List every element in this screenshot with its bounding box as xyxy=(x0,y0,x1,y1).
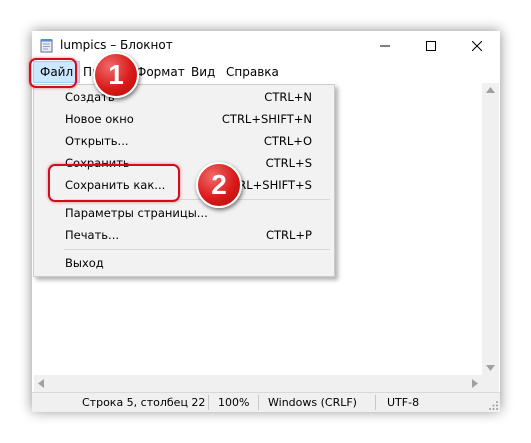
scroll-left-icon[interactable] xyxy=(38,379,44,388)
scroll-right-icon[interactable] xyxy=(472,379,478,388)
menu-item-label: Открыть... xyxy=(65,134,129,148)
menu-item-page-setup[interactable]: Параметры страницы... xyxy=(34,202,334,224)
menu-item-shortcut: CTRL+P xyxy=(265,228,312,242)
menu-item-shortcut: CTRL+O xyxy=(263,134,312,148)
vertical-scrollbar[interactable] xyxy=(482,83,499,375)
menu-item-label: Печать... xyxy=(65,228,120,242)
scroll-down-icon[interactable] xyxy=(486,365,495,371)
status-bar: Строка 5, столбец 22 100% Windows (CRLF)… xyxy=(32,392,500,412)
menu-item-label: Выход xyxy=(65,256,104,270)
close-button[interactable] xyxy=(454,31,500,61)
menu-item-print[interactable]: Печать... CTRL+P xyxy=(34,224,334,246)
step-badge-1: 1 xyxy=(93,52,139,98)
menu-separator xyxy=(64,249,330,250)
menu-item-label: Новое окно xyxy=(65,112,134,126)
minimize-button[interactable] xyxy=(362,31,408,61)
status-divider xyxy=(258,395,259,410)
menu-item-label: Параметры страницы... xyxy=(65,206,208,220)
horizontal-scrollbar[interactable] xyxy=(34,375,482,392)
notepad-icon xyxy=(40,39,53,53)
step-badge-2: 2 xyxy=(196,162,242,208)
menu-item-shortcut: CTRL+S xyxy=(265,156,312,170)
status-encoding: UTF-8 xyxy=(387,396,420,409)
menu-item-exit[interactable]: Выход xyxy=(34,252,334,274)
file-menu-highlight xyxy=(29,58,77,88)
menu-item-shortcut: CTRL+N xyxy=(264,90,312,104)
maximize-icon xyxy=(426,41,436,51)
resize-grip-icon[interactable] xyxy=(489,401,499,411)
status-zoom: 100% xyxy=(218,396,250,409)
save-as-highlight xyxy=(48,164,180,202)
menu-view[interactable]: Вид xyxy=(185,61,221,83)
menu-item-open[interactable]: Открыть... CTRL+O xyxy=(34,130,334,152)
menu-format[interactable]: Формат xyxy=(130,61,191,83)
status-divider xyxy=(375,395,376,410)
window-title: lumpics – Блокнот xyxy=(60,38,173,52)
minimize-icon xyxy=(380,45,390,47)
scrollbar-corner xyxy=(482,375,499,392)
status-position: Строка 5, столбец 22 xyxy=(82,396,206,409)
maximize-button[interactable] xyxy=(408,31,454,61)
status-line-endings: Windows (CRLF) xyxy=(268,396,357,409)
menu-item-new[interactable]: Создать CTRL+N xyxy=(34,86,334,108)
menu-help[interactable]: Справка xyxy=(220,61,285,83)
menu-item-shortcut: CTRL+SHIFT+N xyxy=(221,112,312,126)
status-divider xyxy=(208,395,209,410)
menu-item-new-window[interactable]: Новое окно CTRL+SHIFT+N xyxy=(34,108,334,130)
scroll-up-icon[interactable] xyxy=(486,87,495,93)
close-icon xyxy=(472,41,482,51)
